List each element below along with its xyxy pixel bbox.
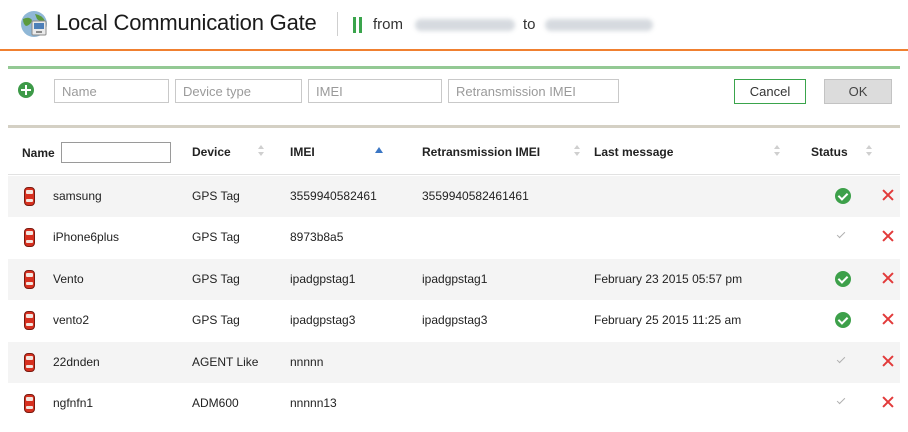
table-row[interactable]: Vento GPS Tag ipadgpstag1 ipadgpstag1 Fe… (8, 258, 900, 301)
car-icon (24, 393, 35, 413)
unit-imei: ipadgpstag1 (290, 271, 356, 286)
unit-device-type: AGENT Like (192, 354, 259, 369)
table-row[interactable]: vento2 GPS Tag ipadgpstag3 ipadgpstag3 F… (8, 300, 900, 341)
close-icon[interactable] (882, 396, 894, 408)
sort-icon[interactable] (258, 144, 265, 158)
column-header-device[interactable]: Device (192, 145, 231, 159)
from-label: from (373, 16, 403, 33)
unit-name: samsung (53, 189, 102, 203)
sort-icon[interactable] (866, 144, 873, 158)
table-row[interactable]: ngfnfn1 ADM600 nnnnn13 (8, 383, 900, 424)
name-input[interactable] (54, 79, 169, 103)
car-icon (24, 269, 35, 289)
title-divider (337, 12, 338, 36)
unit-retransmission-imei: ipadgpstag1 (422, 271, 488, 286)
table-header: Name Device IMEI Retransmission IMEI Las… (8, 131, 900, 175)
unit-device-type: GPS Tag (192, 189, 240, 203)
unit-device-type: GPS Tag (192, 230, 240, 245)
cancel-button[interactable]: Cancel (734, 79, 806, 104)
unit-name: Vento (53, 271, 84, 286)
sort-icon[interactable] (774, 144, 781, 158)
ok-button[interactable]: OK (824, 79, 892, 104)
page-title: Local Communication Gate (56, 10, 317, 35)
check-circle-icon (835, 312, 851, 329)
unit-name: iPhone6plus (53, 230, 120, 245)
check-icon (836, 230, 846, 239)
redacted-source-text (415, 19, 515, 31)
to-label: to (523, 16, 536, 33)
check-icon (836, 354, 846, 363)
close-icon[interactable] (882, 355, 894, 367)
table-row[interactable]: iPhone6plus GPS Tag 8973b8a5 (8, 217, 900, 258)
table-body: samsung GPS Tag 3559940582461 3559940582… (8, 176, 900, 424)
redacted-target-text (545, 19, 653, 31)
table-row[interactable]: samsung GPS Tag 3559940582461 3559940582… (8, 176, 900, 218)
header: Local Communication Gate from to (0, 0, 908, 46)
unit-retransmission-imei: ipadgpstag3 (422, 313, 488, 328)
unit-imei: 8973b8a5 (290, 230, 344, 245)
add-circle-icon[interactable] (18, 82, 34, 98)
check-circle-icon (835, 270, 851, 287)
imei-input[interactable] (308, 79, 442, 103)
unit-name: ngfnfn1 (53, 395, 94, 410)
sort-icon[interactable] (574, 144, 581, 158)
table-row[interactable]: 22dnden AGENT Like nnnnn (8, 341, 900, 383)
car-icon (24, 187, 35, 206)
close-icon[interactable] (882, 230, 894, 242)
column-header-name[interactable]: Name (22, 146, 55, 160)
column-header-retransmission-imei[interactable]: Retransmission IMEI (422, 145, 540, 159)
unit-retransmission-imei: 3559940582461461 (422, 189, 529, 203)
unit-imei: 3559940582461 (290, 189, 377, 203)
header-divider (0, 49, 908, 51)
unit-imei: nnnnn (290, 354, 324, 369)
column-header-status[interactable]: Status (811, 145, 848, 159)
unit-imei: nnnnn13 (290, 395, 337, 410)
unit-last-message: February 23 2015 05:57 pm (594, 271, 743, 286)
pause-icon[interactable] (353, 17, 363, 33)
unit-device-type: GPS Tag (192, 313, 240, 328)
unit-imei: ipadgpstag3 (290, 313, 356, 328)
car-icon (24, 352, 35, 372)
device-type-input[interactable] (175, 79, 302, 103)
column-header-imei[interactable]: IMEI (290, 145, 315, 159)
car-icon (24, 311, 35, 331)
retransmission-imei-input[interactable] (448, 79, 619, 103)
unit-device-type: GPS Tag (192, 271, 240, 286)
sort-ascending-icon[interactable] (375, 147, 383, 153)
unit-name: 22dnden (53, 354, 100, 369)
unit-last-message: February 25 2015 11:25 am (594, 313, 742, 328)
close-icon[interactable] (882, 272, 894, 284)
globe-network-icon (21, 11, 47, 37)
close-icon[interactable] (882, 313, 894, 325)
car-icon (24, 228, 35, 248)
add-device-form: Cancel OK (8, 66, 900, 112)
unit-name: vento2 (53, 313, 90, 328)
table-top-border (8, 125, 900, 128)
column-header-last-message[interactable]: Last message (594, 145, 673, 159)
unit-device-type: ADM600 (192, 395, 239, 410)
close-icon[interactable] (882, 189, 894, 201)
check-icon (836, 395, 846, 405)
check-circle-icon (835, 188, 851, 204)
name-filter-input[interactable] (61, 142, 171, 163)
